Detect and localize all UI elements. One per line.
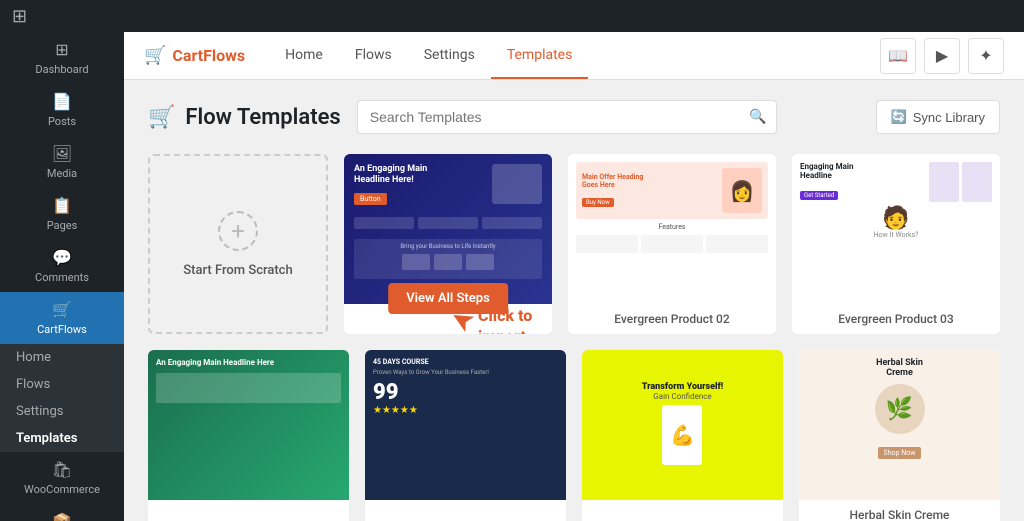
page-content-area: 🛒 Flow Templates 🔍 🔄 Sync Library + Star… (124, 80, 1024, 521)
sidebar-sub-settings[interactable]: Settings (0, 398, 124, 425)
template-card-skin[interactable]: PRO Herbal SkinCreme 🌿 Shop Now Herbal S… (799, 350, 1000, 521)
sidebar-item-dashboard[interactable]: ⊞ Dashboard (0, 32, 124, 84)
nav-action-icons: 📖 ▶ ✦ (880, 38, 1004, 74)
pages-icon: 📋 (52, 196, 72, 215)
main-content: 🛒 CartFlows Home Flows Settings Template… (124, 0, 1024, 521)
posts-icon: 📄 (52, 92, 72, 111)
sidebar-item-label: Pages (47, 219, 78, 232)
template-card-protein[interactable]: PRO Transform Yourself! Gain Confidence … (582, 350, 783, 521)
comments-icon: 💬 (52, 248, 72, 267)
search-icon: 🔍 (749, 109, 766, 125)
products-icon: 📦 (52, 512, 72, 521)
sidebar-item-label: Comments (35, 271, 89, 284)
template-card-ecourse[interactable]: An Engaging Main Headline Here (148, 350, 349, 521)
sidebar-item-cartflows[interactable]: 🛒 CartFlows (0, 292, 124, 344)
sidebar-sub-templates[interactable]: Templates (0, 425, 124, 452)
template-preview-ecourse: An Engaging Main Headline Here (148, 350, 349, 500)
media-icon: 🖼 (52, 144, 72, 163)
search-input[interactable] (357, 100, 777, 134)
cartflows-submenu: Home Flows Settings Templates (0, 344, 124, 452)
brand-name: CartFlows (172, 46, 245, 65)
sidebar-sub-home[interactable]: Home (0, 344, 124, 371)
docs-icon-button[interactable]: 📖 (880, 38, 916, 74)
sidebar-item-label: WooCommerce (24, 483, 100, 496)
scratch-label: Start From Scratch (183, 263, 292, 278)
tab-flows[interactable]: Flows (339, 32, 408, 79)
template-preview-evergreen1: An Engaging MainHeadline Here! Button Br… (344, 154, 552, 304)
template-card-book[interactable]: PRO 45 DAYS COURSE Proven Ways to Grow Y… (365, 350, 566, 521)
video-icon-button[interactable]: ▶ (924, 38, 960, 74)
template-preview-protein: Transform Yourself! Gain Confidence 💪 (582, 350, 783, 500)
sync-library-button[interactable]: 🔄 Sync Library (876, 100, 1000, 134)
sidebar-item-media[interactable]: 🖼 Media (0, 136, 124, 188)
search-wrap: 🔍 (357, 100, 777, 134)
admin-bar: ⊞ (0, 0, 1024, 32)
cartflows-icon: 🛒 (52, 300, 72, 319)
sidebar-item-label: Posts (48, 115, 76, 128)
star-icon-button[interactable]: ✦ (968, 38, 1004, 74)
brand-logo[interactable]: 🛒 CartFlows (144, 45, 245, 66)
sync-icon: 🔄 (891, 109, 907, 125)
template-card-evergreen2[interactable]: Main Offer Heading Goes Here Buy Now 👩 F… (568, 154, 776, 334)
sidebar-item-label: CartFlows (37, 323, 87, 336)
sidebar: ⊞ Dashboard 📄 Posts 🖼 Media 📋 Pages 💬 Co… (0, 0, 124, 521)
template-card-evergreen3[interactable]: Engaging MainHeadline Get Started 🧑 How … (792, 154, 1000, 334)
sidebar-item-label: Dashboard (35, 63, 88, 76)
dashboard-icon: ⊞ (55, 40, 68, 59)
page-icon: 🛒 (148, 105, 175, 130)
tab-home[interactable]: Home (269, 32, 339, 79)
sync-label: Sync Library (913, 110, 985, 125)
sidebar-item-products[interactable]: 📦 Products (0, 504, 124, 521)
sidebar-item-label: Media (47, 167, 77, 180)
page-title: Flow Templates (185, 105, 340, 130)
tab-templates[interactable]: Templates (491, 32, 589, 79)
template-label-skin: Herbal Skin Creme (799, 500, 1000, 521)
top-navigation: 🛒 CartFlows Home Flows Settings Template… (124, 32, 1024, 80)
sidebar-item-woocommerce[interactable]: 🛍 WooCommerce (0, 452, 124, 504)
template-preview-evergreen2: Main Offer Heading Goes Here Buy Now 👩 F… (568, 154, 776, 304)
template-preview-book: 45 DAYS COURSE Proven Ways to Grow Your … (365, 350, 566, 500)
page-header: 🛒 Flow Templates 🔍 🔄 Sync Library (148, 100, 1000, 134)
wp-logo-icon: ⊞ (12, 6, 27, 27)
templates-grid-row1: + Start From Scratch An Engaging MainHea… (148, 154, 1000, 334)
template-preview-skin: Herbal SkinCreme 🌿 Shop Now (799, 350, 1000, 500)
template-preview-evergreen3: Engaging MainHeadline Get Started 🧑 How … (792, 154, 1000, 304)
template-label-evergreen3: Evergreen Product 03 (792, 304, 1000, 334)
scratch-template-card[interactable]: + Start From Scratch (148, 154, 328, 334)
brand-icon: 🛒 (144, 45, 166, 66)
tab-settings[interactable]: Settings (408, 32, 491, 79)
sidebar-item-posts[interactable]: 📄 Posts (0, 84, 124, 136)
sidebar-item-pages[interactable]: 📋 Pages (0, 188, 124, 240)
scratch-plus-icon: + (218, 211, 258, 251)
template-card-evergreen1[interactable]: An Engaging MainHeadline Here! Button Br… (344, 154, 552, 334)
templates-grid-row2: An Engaging Main Headline Here PRO 45 DA… (148, 350, 1000, 521)
view-all-steps-button[interactable]: View All Steps (388, 283, 508, 314)
sidebar-sub-flows[interactable]: Flows (0, 371, 124, 398)
woocommerce-icon: 🛍 (52, 460, 72, 479)
template-label-evergreen2: Evergreen Product 02 (568, 304, 776, 334)
page-title-wrap: 🛒 Flow Templates (148, 105, 341, 130)
nav-tabs: Home Flows Settings Templates (269, 32, 588, 79)
sidebar-item-comments[interactable]: 💬 Comments (0, 240, 124, 292)
